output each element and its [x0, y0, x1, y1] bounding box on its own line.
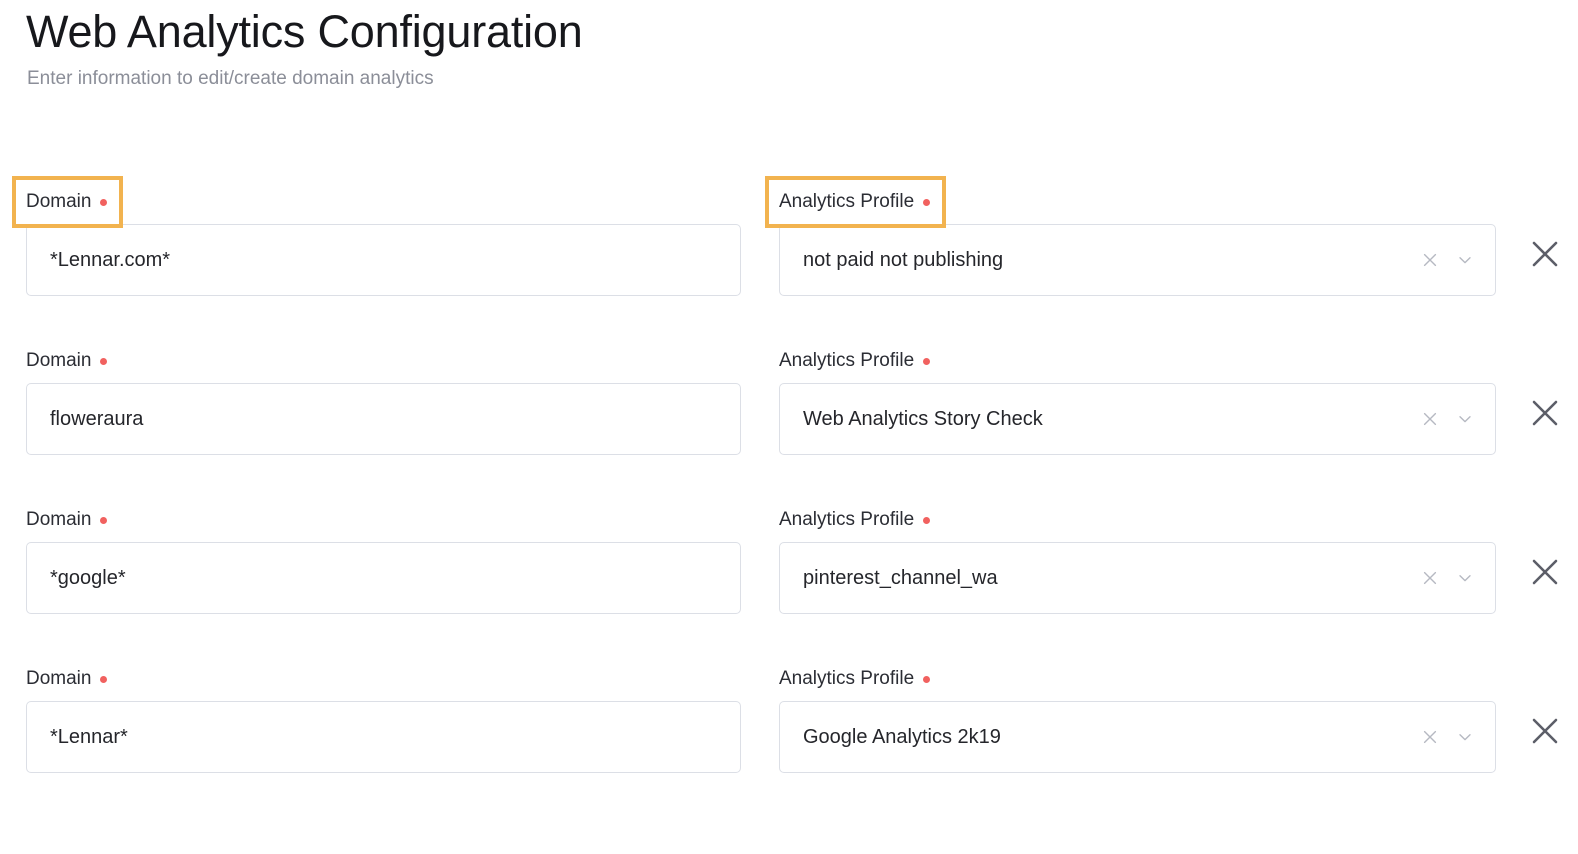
remove-row-icon[interactable] — [1528, 237, 1562, 271]
table-row: Domain floweraura Analytics Profile Web … — [0, 349, 1578, 508]
select-icons-4 — [1421, 728, 1495, 746]
domain-input-value-4: *Lennar* — [50, 726, 128, 748]
domain-analytics-rows: Domain *Lennar.com* Analytics Profile no… — [0, 176, 1578, 826]
page-header: Web Analytics Configuration Enter inform… — [26, 4, 1426, 92]
select-icons-2 — [1421, 410, 1495, 428]
domain-input-value-2: floweraura — [50, 408, 144, 430]
analytics-profile-field-group-4: Analytics Profile Google Analytics 2k19 — [779, 667, 1496, 773]
domain-input-2[interactable]: floweraura — [26, 383, 741, 455]
analytics-profile-field-group-1: Analytics Profile not paid not publishin… — [764, 176, 1496, 296]
domain-label-3: Domain — [26, 508, 108, 532]
clear-icon[interactable] — [1421, 728, 1439, 746]
required-dot-icon — [923, 516, 931, 524]
domain-input-3[interactable]: *google* — [26, 542, 741, 614]
domain-input-1[interactable]: *Lennar.com* — [26, 224, 741, 296]
analytics-profile-value-3: pinterest_channel_wa — [803, 567, 998, 589]
required-dot-icon — [100, 357, 108, 365]
required-dot-icon — [923, 675, 931, 683]
web-analytics-configuration-page: Web Analytics Configuration Enter inform… — [0, 0, 1578, 854]
analytics-profile-label-4: Analytics Profile — [779, 667, 931, 691]
analytics-profile-select-2[interactable]: Web Analytics Story Check — [779, 383, 1496, 455]
domain-field-group-1: Domain *Lennar.com* — [11, 176, 741, 296]
analytics-profile-label-text-4: Analytics Profile — [779, 668, 915, 689]
domain-label-text-2: Domain — [26, 350, 92, 371]
analytics-profile-value-2: Web Analytics Story Check — [803, 408, 1043, 430]
analytics-profile-select-1[interactable]: not paid not publishing — [779, 224, 1496, 296]
analytics-profile-select-3[interactable]: pinterest_channel_wa — [779, 542, 1496, 614]
select-icons-1 — [1421, 251, 1495, 269]
analytics-profile-value-1: not paid not publishing — [803, 249, 1004, 271]
analytics-profile-label-text-1: Analytics Profile — [779, 191, 915, 212]
domain-input-value-3: *google* — [50, 567, 126, 589]
domain-input-4[interactable]: *Lennar* — [26, 701, 741, 773]
domain-label-text-4: Domain — [26, 668, 92, 689]
remove-row-icon[interactable] — [1528, 714, 1562, 748]
select-icons-3 — [1421, 569, 1495, 587]
table-row: Domain *Lennar.com* Analytics Profile no… — [0, 176, 1578, 349]
domain-field-group-2: Domain floweraura — [26, 349, 741, 455]
chevron-down-icon[interactable] — [1456, 410, 1474, 428]
chevron-down-icon[interactable] — [1456, 728, 1474, 746]
clear-icon[interactable] — [1421, 410, 1439, 428]
domain-label-text-3: Domain — [26, 509, 92, 530]
chevron-down-icon[interactable] — [1456, 569, 1474, 587]
domain-field-group-4: Domain *Lennar* — [26, 667, 741, 773]
remove-row-icon[interactable] — [1528, 396, 1562, 430]
analytics-profile-label-text-3: Analytics Profile — [779, 509, 915, 530]
analytics-profile-value-4: Google Analytics 2k19 — [803, 726, 1001, 748]
remove-row-icon[interactable] — [1528, 555, 1562, 589]
clear-icon[interactable] — [1421, 569, 1439, 587]
domain-label-2: Domain — [26, 349, 108, 373]
domain-field-group-3: Domain *google* — [26, 508, 741, 614]
required-dot-icon — [100, 675, 108, 683]
required-dot-icon — [923, 357, 931, 365]
page-title: Web Analytics Configuration — [26, 6, 583, 57]
analytics-profile-label-2: Analytics Profile — [779, 349, 931, 373]
table-row: Domain *google* Analytics Profile pinter… — [0, 508, 1578, 667]
analytics-profile-field-group-3: Analytics Profile pinterest_channel_wa — [779, 508, 1496, 614]
analytics-profile-label-1: Analytics Profile — [764, 176, 947, 228]
analytics-profile-select-4[interactable]: Google Analytics 2k19 — [779, 701, 1496, 773]
domain-label-text-1: Domain — [26, 191, 92, 212]
analytics-profile-field-group-2: Analytics Profile Web Analytics Story Ch… — [779, 349, 1496, 455]
page-subtitle: Enter information to edit/create domain … — [27, 68, 434, 89]
domain-label-1: Domain — [11, 176, 124, 228]
domain-label-4: Domain — [26, 667, 108, 691]
clear-icon[interactable] — [1421, 251, 1439, 269]
analytics-profile-label-3: Analytics Profile — [779, 508, 931, 532]
required-dot-icon — [100, 516, 108, 524]
required-dot-icon — [100, 198, 108, 206]
table-row: Domain *Lennar* Analytics Profile Google… — [0, 667, 1578, 826]
chevron-down-icon[interactable] — [1456, 251, 1474, 269]
required-dot-icon — [923, 198, 931, 206]
analytics-profile-label-text-2: Analytics Profile — [779, 350, 915, 371]
domain-input-value-1: *Lennar.com* — [50, 249, 171, 271]
